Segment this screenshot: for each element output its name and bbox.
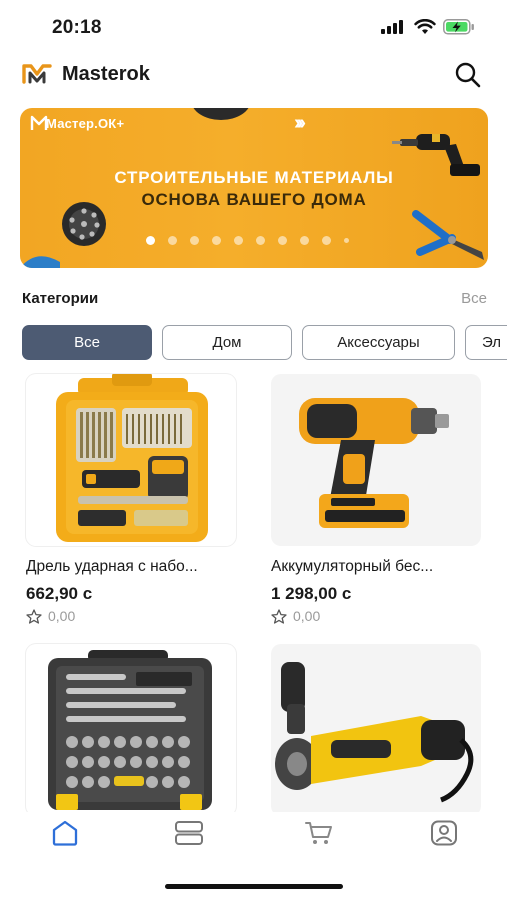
app-header: Masterok xyxy=(0,56,507,94)
categories-header: Категории Все xyxy=(22,290,487,312)
product-rating: 0,00 xyxy=(271,608,486,624)
product-rating-value: 0,00 xyxy=(48,608,76,624)
promo-banner[interactable]: Мастер.ОК+ ››› СТРОИТЕЛЬНЫЕ МАТЕРИАЛЫ ОС… xyxy=(20,108,488,268)
socket-set-image xyxy=(62,202,106,246)
banner-dot[interactable] xyxy=(146,236,155,245)
product-rating: 0,00 xyxy=(26,608,241,624)
tab-home[interactable] xyxy=(50,820,80,846)
angle-grinder-image xyxy=(275,662,474,803)
banner-pagination[interactable] xyxy=(146,236,349,245)
product-rating-value: 0,00 xyxy=(293,608,321,624)
product-card[interactable] xyxy=(26,644,241,828)
status-time: 20:18 xyxy=(52,17,102,38)
masterok-logo-icon xyxy=(22,62,52,89)
home-icon xyxy=(52,820,78,846)
app-title: Masterok xyxy=(62,63,150,85)
banner-corner-decor xyxy=(20,256,60,268)
category-chip-electric[interactable]: Эл xyxy=(465,325,507,360)
banner-dot[interactable] xyxy=(300,236,309,245)
product-image[interactable] xyxy=(26,374,236,546)
banner-brand: Мастер.ОК+ xyxy=(46,116,125,131)
search-button[interactable] xyxy=(453,60,483,90)
home-indicator xyxy=(165,884,343,889)
product-image[interactable] xyxy=(26,644,236,816)
banner-dot[interactable] xyxy=(278,236,287,245)
tab-profile[interactable] xyxy=(429,820,459,846)
banner-dot[interactable] xyxy=(256,236,265,245)
product-price: 1 298,00 с xyxy=(271,584,352,603)
categories-see-all-link[interactable]: Все xyxy=(461,290,487,307)
banner-headline: СТРОИТЕЛЬНЫЕ МАТЕРИАЛЫ xyxy=(114,168,394,187)
banner-dot[interactable] xyxy=(322,236,331,245)
status-icons xyxy=(381,19,475,35)
product-image[interactable] xyxy=(271,374,481,546)
banner-arrows-icon: ››› xyxy=(294,112,306,134)
categories-title: Категории xyxy=(22,290,99,307)
cellular-signal-icon xyxy=(381,20,403,34)
banner-dot[interactable] xyxy=(234,236,243,245)
pliers-image xyxy=(412,210,484,260)
bottom-tab-bar xyxy=(0,812,507,862)
banner-dot[interactable] xyxy=(168,236,177,245)
category-chips: Все Дом Аксессуары Эл xyxy=(22,325,507,361)
status-bar: 20:18 xyxy=(0,0,507,52)
profile-icon xyxy=(431,820,457,846)
cart-icon xyxy=(305,822,332,844)
star-outline-icon xyxy=(26,608,42,624)
drill-kit-case-image xyxy=(56,374,208,542)
tab-cart[interactable] xyxy=(304,820,334,846)
grinding-disc-image xyxy=(193,108,249,120)
product-name[interactable]: Аккумуляторный бес... xyxy=(271,558,486,576)
catalog-icon xyxy=(175,821,203,845)
product-card[interactable]: Дрель ударная с набо... 662,90 с 0,00 xyxy=(26,374,241,624)
search-icon xyxy=(455,62,481,88)
product-image[interactable] xyxy=(271,644,481,816)
wifi-icon xyxy=(414,19,436,34)
category-chip-all[interactable]: Все xyxy=(22,325,152,360)
star-outline-icon xyxy=(271,608,287,624)
battery-charging-icon xyxy=(443,19,474,35)
socket-set-case-image xyxy=(48,650,212,810)
banner-dot[interactable] xyxy=(212,236,221,245)
product-card[interactable]: Аккумуляторный бес... 1 298,00 с 0,00 xyxy=(271,374,486,624)
category-chip-accessories[interactable]: Аксессуары xyxy=(302,325,455,360)
product-name[interactable]: Дрель ударная с набо... xyxy=(26,558,241,576)
impact-wrench-image xyxy=(299,398,449,528)
banner-dot[interactable] xyxy=(190,236,199,245)
product-card[interactable] xyxy=(271,644,486,828)
product-price: 662,90 с xyxy=(26,584,93,603)
category-chip-home[interactable]: Дом xyxy=(162,325,292,360)
banner-dot[interactable] xyxy=(344,238,349,243)
tab-catalog[interactable] xyxy=(174,820,204,846)
